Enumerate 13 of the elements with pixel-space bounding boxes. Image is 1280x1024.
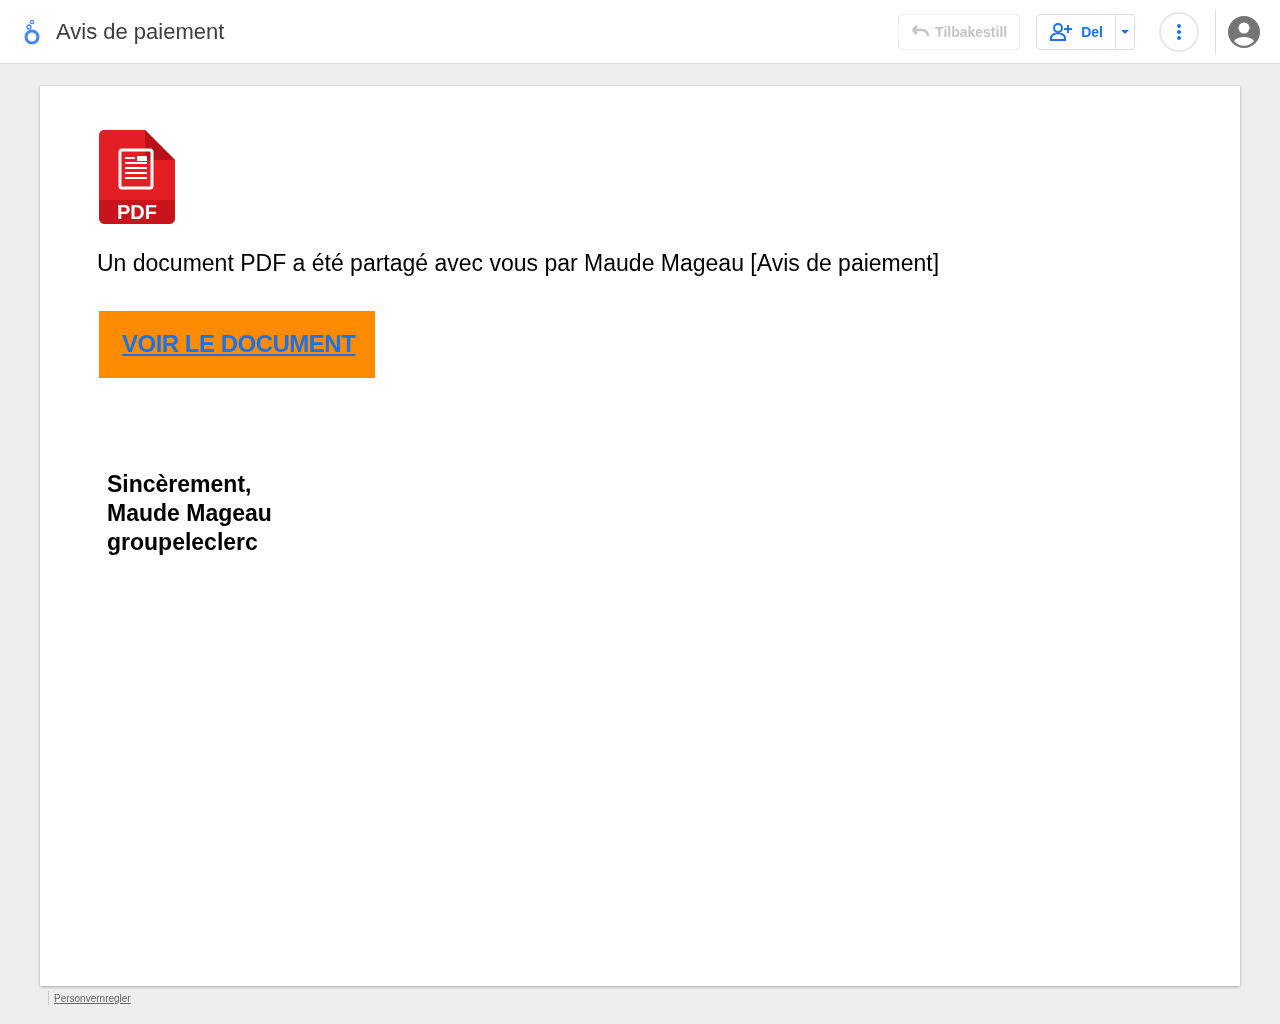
account-avatar-icon[interactable] [1228, 15, 1260, 48]
signature-line: groupeleclerc [107, 527, 259, 557]
caret-icon [1121, 29, 1129, 34]
more-icon [1176, 23, 1182, 40]
add-person-icon [1049, 21, 1074, 42]
share-message: Un document PDF a été partagé avec vous par Maude Mageau [Avis de paiement] [97, 249, 941, 278]
share-button[interactable]: Del [1037, 14, 1115, 49]
signature-line: Maude Mageau [107, 498, 273, 528]
report-title: Avis de paiement [56, 18, 225, 46]
more-options-button[interactable] [1159, 11, 1199, 52]
privacy-policy-link[interactable]: Personvernregler [54, 990, 131, 1006]
signature-line: Sincèrement, [107, 469, 253, 499]
pdf-file-icon: PDF [99, 130, 175, 224]
